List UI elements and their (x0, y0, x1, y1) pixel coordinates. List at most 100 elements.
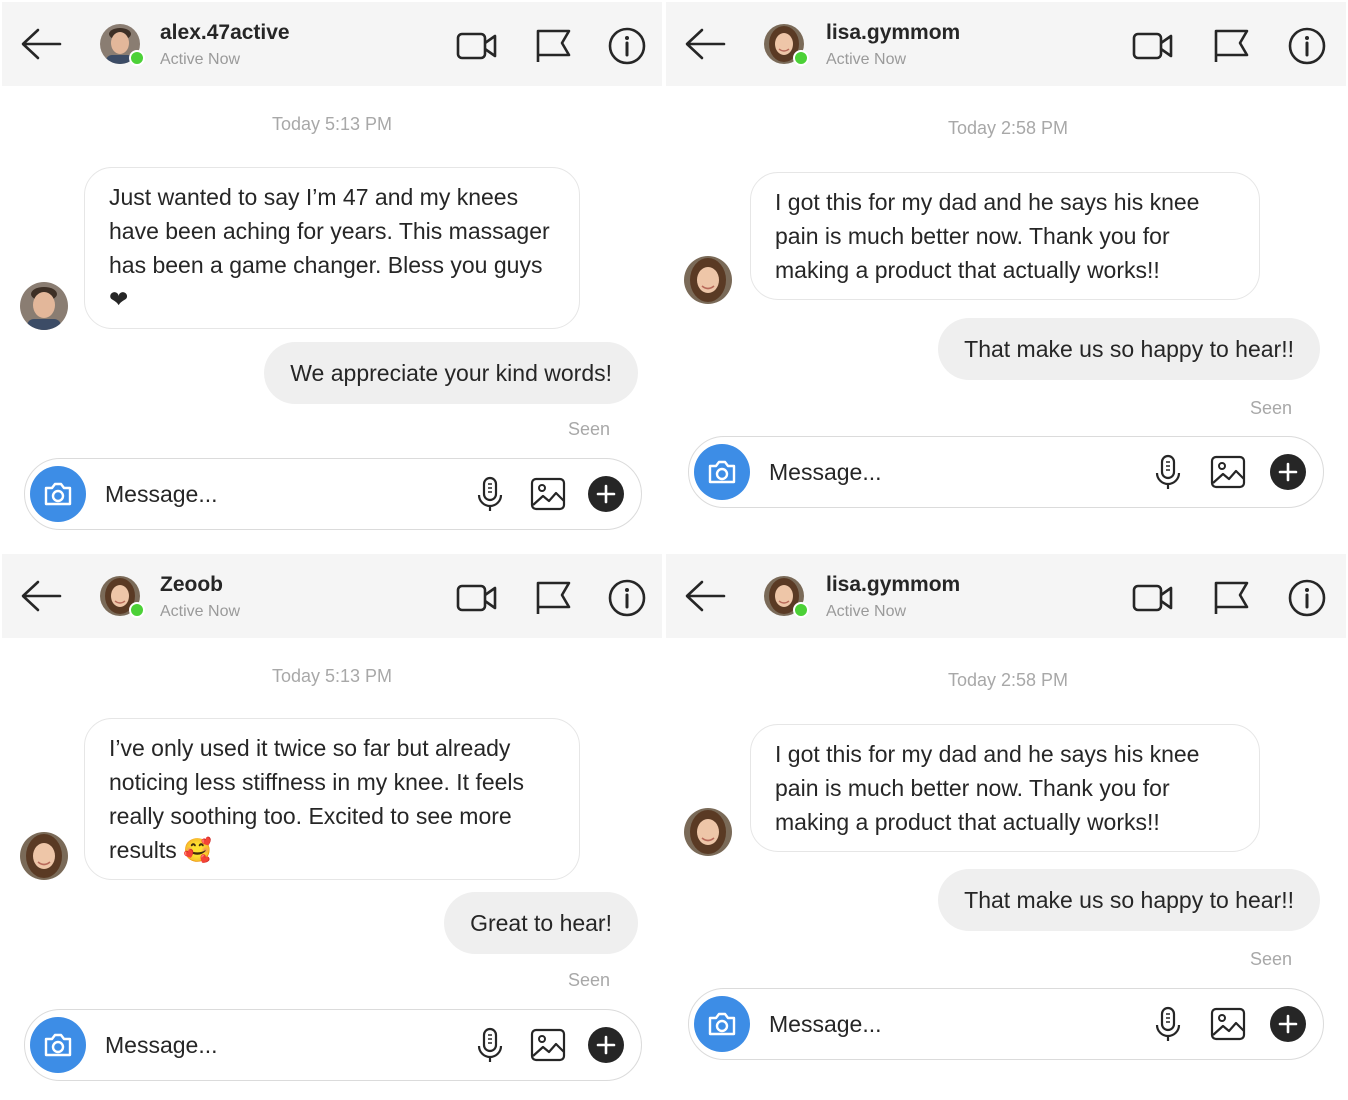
sender-avatar (684, 256, 732, 304)
contact-avatar[interactable] (100, 24, 145, 66)
seen-receipt: Seen (567, 970, 610, 990)
camera-button[interactable] (694, 996, 750, 1052)
woman-avatar (684, 256, 732, 304)
microphone-icon (477, 1027, 503, 1062)
report-button[interactable] (532, 578, 574, 618)
info-icon (608, 579, 646, 617)
image-icon (1210, 1007, 1246, 1041)
voice-button[interactable] (471, 1026, 509, 1064)
video-call-button[interactable] (1132, 578, 1174, 618)
back-button[interactable] (682, 576, 728, 616)
chat-header: lisa.gymmom Active Now (666, 554, 1346, 638)
chat-panel-lisa-2: lisa.gymmom Active Now Today 2:58 PM I g… (666, 554, 1346, 1098)
chat-panel-zeoob: Zeoob Active Now Today 5:13 PM I’ve only… (2, 554, 662, 1098)
message-input[interactable] (769, 455, 1129, 489)
info-button[interactable] (606, 578, 648, 618)
contact-status: Active Now (160, 603, 241, 620)
flag-icon (536, 581, 571, 614)
gallery-button[interactable] (1209, 1005, 1247, 1043)
plus-icon (1270, 454, 1306, 490)
back-button[interactable] (682, 24, 728, 64)
contact-username: lisa.gymmom (826, 21, 961, 44)
seen-receipt: Seen (1249, 949, 1292, 969)
info-button[interactable] (1286, 578, 1328, 618)
camera-button[interactable] (30, 466, 86, 522)
camera-icon (44, 482, 72, 506)
gallery-button[interactable] (529, 1026, 567, 1064)
plus-icon (1270, 1006, 1306, 1042)
online-indicator (129, 602, 145, 618)
chat-header: alex.47active Active Now (2, 2, 662, 86)
info-button[interactable] (1286, 26, 1328, 66)
camera-button[interactable] (694, 444, 750, 500)
message-composer (688, 988, 1324, 1060)
message-timestamp: Today 5:13 PM (271, 666, 393, 686)
sender-avatar (684, 808, 732, 856)
message-composer (24, 458, 642, 530)
contact-username: lisa.gymmom (826, 573, 961, 596)
more-button[interactable] (1269, 453, 1307, 491)
outgoing-message: That make us so happy to hear!! (938, 318, 1320, 380)
plus-icon (588, 476, 624, 512)
online-indicator (129, 50, 145, 66)
message-timestamp: Today 5:13 PM (271, 114, 393, 134)
incoming-message: I’ve only used it twice so far but alrea… (84, 718, 580, 880)
contact-avatar[interactable] (100, 576, 145, 618)
image-icon (1210, 455, 1246, 489)
contact-avatar[interactable] (764, 576, 809, 618)
report-button[interactable] (532, 26, 574, 66)
message-composer (688, 436, 1324, 508)
incoming-message: I got this for my dad and he says his kn… (750, 172, 1260, 300)
video-camera-icon (1132, 32, 1173, 60)
online-indicator (793, 50, 809, 66)
message-input[interactable] (105, 477, 465, 511)
voice-button[interactable] (471, 475, 509, 513)
more-button[interactable] (1269, 1005, 1307, 1043)
more-button[interactable] (587, 1026, 625, 1064)
back-button[interactable] (18, 24, 64, 64)
microphone-icon (477, 476, 503, 511)
gallery-button[interactable] (529, 475, 567, 513)
contact-username: alex.47active (160, 21, 290, 44)
contact-avatar[interactable] (764, 24, 809, 66)
voice-button[interactable] (1149, 453, 1187, 491)
video-call-button[interactable] (456, 26, 498, 66)
seen-receipt: Seen (567, 419, 610, 439)
outgoing-message: Great to hear! (444, 892, 638, 954)
contact-status: Active Now (826, 51, 907, 68)
camera-icon (44, 1033, 72, 1057)
camera-icon (708, 1012, 736, 1036)
seen-receipt: Seen (1249, 398, 1292, 418)
contact-status: Active Now (826, 603, 907, 620)
image-icon (530, 1028, 566, 1062)
sender-avatar (20, 282, 68, 330)
sender-avatar (20, 832, 68, 880)
voice-button[interactable] (1149, 1005, 1187, 1043)
info-button[interactable] (606, 26, 648, 66)
message-input[interactable] (105, 1028, 465, 1062)
microphone-icon (1155, 454, 1181, 489)
chat-panel-alex: alex.47active Active Now Today 5:13 PM J… (2, 2, 662, 550)
back-arrow-icon (685, 580, 726, 612)
flag-icon (1214, 581, 1249, 614)
camera-button[interactable] (30, 1017, 86, 1073)
message-input[interactable] (769, 1007, 1129, 1041)
back-button[interactable] (18, 576, 64, 616)
back-arrow-icon (21, 580, 62, 612)
message-timestamp: Today 2:58 PM (947, 670, 1069, 690)
woman-avatar (20, 832, 68, 880)
contact-username: Zeoob (160, 573, 223, 596)
report-button[interactable] (1210, 26, 1252, 66)
video-call-button[interactable] (1132, 26, 1174, 66)
back-arrow-icon (685, 28, 726, 60)
video-call-button[interactable] (456, 578, 498, 618)
video-camera-icon (456, 32, 497, 60)
report-button[interactable] (1210, 578, 1252, 618)
more-button[interactable] (587, 475, 625, 513)
info-icon (1288, 27, 1326, 65)
woman-avatar (684, 808, 732, 856)
gallery-button[interactable] (1209, 453, 1247, 491)
back-arrow-icon (21, 28, 62, 60)
flag-icon (1214, 29, 1249, 62)
incoming-message: Just wanted to say I’m 47 and my knees h… (84, 167, 580, 329)
